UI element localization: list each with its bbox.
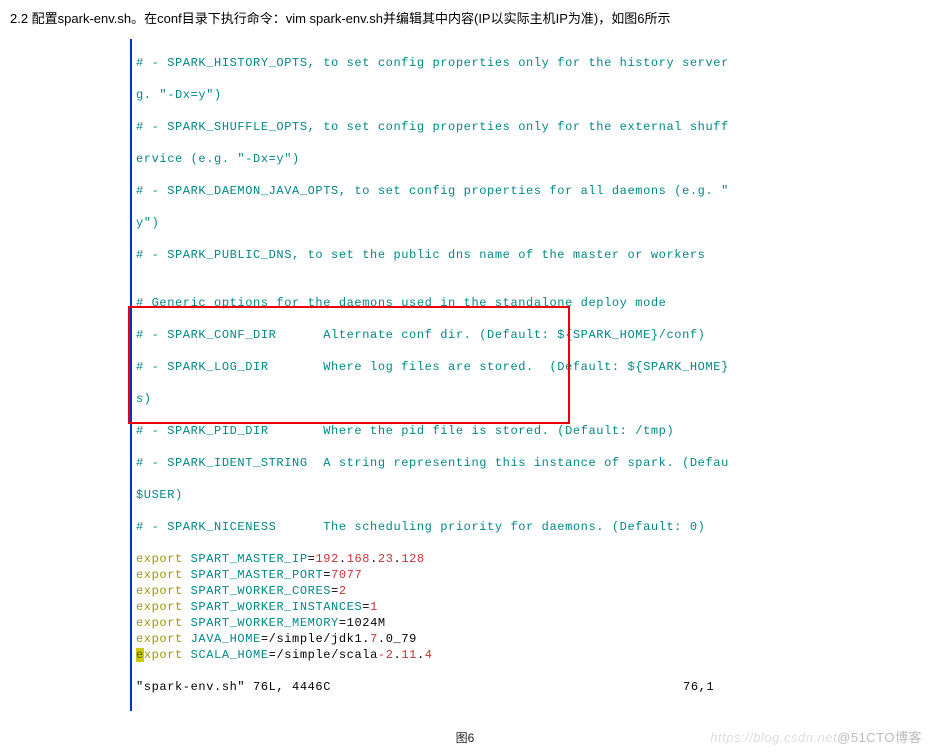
watermark: https://blog.csdn.net@51CTO博客 (710, 727, 922, 746)
comment-line: # - SPARK_LOG_DIR Where log files are st… (132, 359, 800, 375)
comment-line: # Generic options for the daemons used i… (132, 295, 800, 311)
comment-line: # - SPARK_NICENESS The scheduling priori… (132, 519, 800, 535)
comment-line: # - SPARK_DAEMON_JAVA_OPTS, to set confi… (132, 183, 800, 199)
export-line: export SPART_WORKER_CORES=2 (132, 583, 800, 599)
comment-line: $USER) (132, 487, 800, 503)
status-pos: 76,1 (683, 679, 714, 695)
comment-line: # - SPARK_SHUFFLE_OPTS, to set config pr… (132, 119, 800, 135)
comment-line: # - SPARK_IDENT_STRING A string represen… (132, 455, 800, 471)
comment-line: ervice (e.g. "-Dx=y") (132, 151, 800, 167)
watermark-faint: https://blog.csdn.net (710, 730, 837, 745)
comment-line: y") (132, 215, 800, 231)
comment-line: # - SPARK_HISTORY_OPTS, to set config pr… (132, 55, 800, 71)
export-line: export SPART_MASTER_PORT=7077 (132, 567, 800, 583)
export-line: export JAVA_HOME=/simple/jdk1.7.0_79 (132, 631, 800, 647)
terminal-code-block: # - SPARK_HISTORY_OPTS, to set config pr… (130, 39, 800, 711)
watermark-main: @51CTO博客 (837, 730, 922, 745)
code-container: # - SPARK_HISTORY_OPTS, to set config pr… (130, 39, 800, 711)
instruction-text: 2.2 配置spark-env.sh。在conf目录下执行命令：vim spar… (0, 8, 930, 39)
comment-line: g. "-Dx=y") (132, 87, 800, 103)
comment-line: # - SPARK_PUBLIC_DNS, to set the public … (132, 247, 800, 263)
status-file: "spark-env.sh" 76L, 4446C (136, 679, 331, 695)
export-line: export SPART_WORKER_MEMORY=1024M (132, 615, 800, 631)
comment-line: # - SPARK_CONF_DIR Alternate conf dir. (… (132, 327, 800, 343)
export-line: export SCALA_HOME=/simple/scala-2.11.4 (132, 647, 800, 663)
export-line: export SPART_WORKER_INSTANCES=1 (132, 599, 800, 615)
comment-line: s) (132, 391, 800, 407)
export-line: export SPART_MASTER_IP=192.168.23.128 (132, 551, 800, 567)
vim-status-line: "spark-env.sh" 76L, 4446C 76,1 (132, 679, 800, 695)
comment-line: # - SPARK_PID_DIR Where the pid file is … (132, 423, 800, 439)
